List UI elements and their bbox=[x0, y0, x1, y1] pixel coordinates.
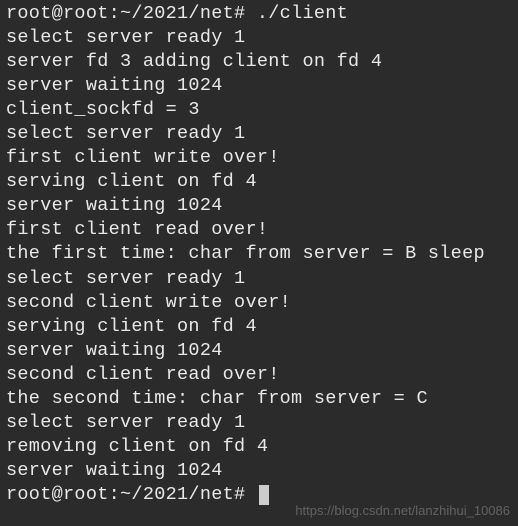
output-line: client_sockfd = 3 bbox=[6, 98, 512, 122]
space bbox=[245, 2, 256, 26]
prompt-line-idle: root@root:~/2021/net# bbox=[6, 483, 512, 507]
output-line: second client read over! bbox=[6, 363, 512, 387]
output-line: serving client on fd 4 bbox=[6, 315, 512, 339]
output-line: serving client on fd 4 bbox=[6, 170, 512, 194]
output-line: server waiting 1024 bbox=[6, 194, 512, 218]
cursor-icon bbox=[259, 485, 269, 505]
output-line: server waiting 1024 bbox=[6, 459, 512, 483]
space bbox=[245, 483, 256, 507]
terminal[interactable]: root@root:~/2021/net# ./client select se… bbox=[6, 2, 512, 507]
output-line: select server ready 1 bbox=[6, 411, 512, 435]
shell-prompt: root@root:~/2021/net# bbox=[6, 2, 245, 26]
output-line: server fd 3 adding client on fd 4 bbox=[6, 50, 512, 74]
shell-prompt: root@root:~/2021/net# bbox=[6, 483, 245, 507]
output-line: select server ready 1 bbox=[6, 122, 512, 146]
output-line: select server ready 1 bbox=[6, 267, 512, 291]
command-text: ./client bbox=[257, 2, 348, 26]
prompt-line-command: root@root:~/2021/net# ./client bbox=[6, 2, 512, 26]
output-line: removing client on fd 4 bbox=[6, 435, 512, 459]
output-line: server waiting 1024 bbox=[6, 74, 512, 98]
output-line: server waiting 1024 bbox=[6, 339, 512, 363]
output-line: the second time: char from server = C bbox=[6, 387, 512, 411]
output-line: first client write over! bbox=[6, 146, 512, 170]
output-line: select server ready 1 bbox=[6, 26, 512, 50]
output-line: the first time: char from server = B sle… bbox=[6, 242, 512, 266]
output-line: first client read over! bbox=[6, 218, 512, 242]
output-line: second client write over! bbox=[6, 291, 512, 315]
